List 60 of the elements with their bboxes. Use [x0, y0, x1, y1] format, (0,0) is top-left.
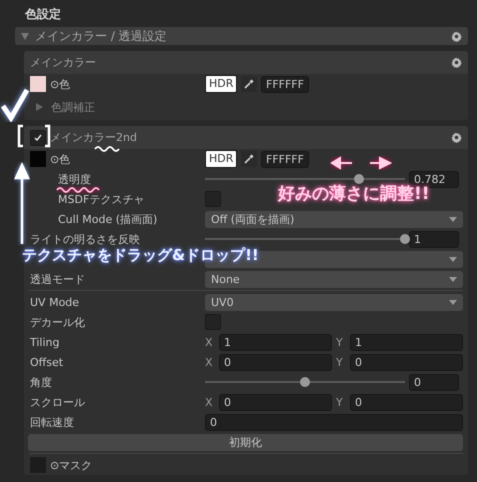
double-arrow-drawing [330, 156, 392, 170]
dropdown[interactable]: Off (両面を描画) [205, 210, 463, 228]
checkbox[interactable] [30, 130, 46, 146]
property-label: 回転速度 [30, 414, 74, 430]
number-field[interactable]: 0 [205, 414, 463, 430]
slider-thumb[interactable] [300, 377, 310, 387]
settings-icon[interactable] [451, 57, 462, 68]
squiggle-drawing [56, 186, 102, 194]
axis-label: Y [336, 356, 344, 368]
property-label: 透明度 [58, 172, 91, 186]
number-field[interactable]: 0 [219, 354, 332, 370]
foldout-label[interactable]: 色調補正 [51, 100, 95, 114]
section-title: 色設定 [24, 6, 61, 19]
property-label: Tiling [30, 336, 60, 348]
panel-title: メインカラー [30, 55, 96, 70]
axis-label: Y [336, 396, 344, 408]
color-field[interactable]: HDR [205, 75, 237, 93]
property-label: Cull Mode (描画面) [58, 212, 158, 226]
checkmark-icon [33, 132, 43, 142]
axis-label: X [205, 336, 214, 348]
number-field[interactable]: 0 [409, 374, 459, 390]
number-field[interactable]: 1 [409, 230, 459, 248]
property-label: ライトの明るさを反映 [30, 232, 140, 246]
property-label: スクロール [30, 394, 85, 410]
slider-thumb[interactable] [354, 174, 364, 184]
hex-field[interactable]: FFFFFF [261, 150, 309, 168]
header-title: メインカラー / 透過設定 [35, 28, 167, 44]
reset-button[interactable]: 初期化 [28, 434, 463, 450]
number-field[interactable]: 1 [350, 334, 463, 350]
bracket-drawing [17, 124, 25, 148]
panel-title: メインカラー2nd [50, 130, 137, 145]
property-label: Offset [30, 356, 64, 368]
property-label: ⊙色 [50, 76, 70, 92]
eyedropper-icon[interactable] [241, 151, 257, 167]
number-field[interactable]: 1 [219, 334, 332, 350]
bracket-drawing [43, 124, 51, 148]
property-label: MSDFテクスチャ [58, 192, 144, 206]
property-label: 角度 [30, 374, 52, 390]
axis-label: X [205, 356, 214, 368]
color-field[interactable]: HDR [205, 150, 237, 168]
dropdown[interactable]: UV0 [205, 294, 463, 310]
property-label: ⊙マスク [50, 458, 92, 472]
property-label: 透過モード [30, 272, 85, 286]
number-field[interactable]: 0 [350, 394, 463, 410]
axis-label: X [205, 396, 214, 408]
axis-label: Y [336, 336, 344, 348]
property-label: UV Mode [30, 296, 80, 308]
number-field[interactable]: 0 [350, 354, 463, 370]
number-field[interactable]: 0 [219, 394, 332, 410]
settings-icon[interactable] [451, 132, 462, 143]
handwritten-caption: テクスチャをドラッグ&ドロップ!! [22, 246, 259, 265]
property-label: ⊙色 [50, 152, 70, 166]
settings-icon[interactable] [451, 30, 462, 42]
section-header[interactable]: メインカラー / 透過設定 [15, 27, 468, 45]
dropdown[interactable]: None [205, 270, 463, 288]
slider-thumb[interactable] [400, 234, 410, 244]
checkmark-drawing [0, 86, 30, 122]
hex-field[interactable]: FFFFFF [261, 76, 309, 92]
property-label: デカール化 [30, 314, 85, 330]
eyedropper-icon[interactable] [241, 76, 257, 92]
